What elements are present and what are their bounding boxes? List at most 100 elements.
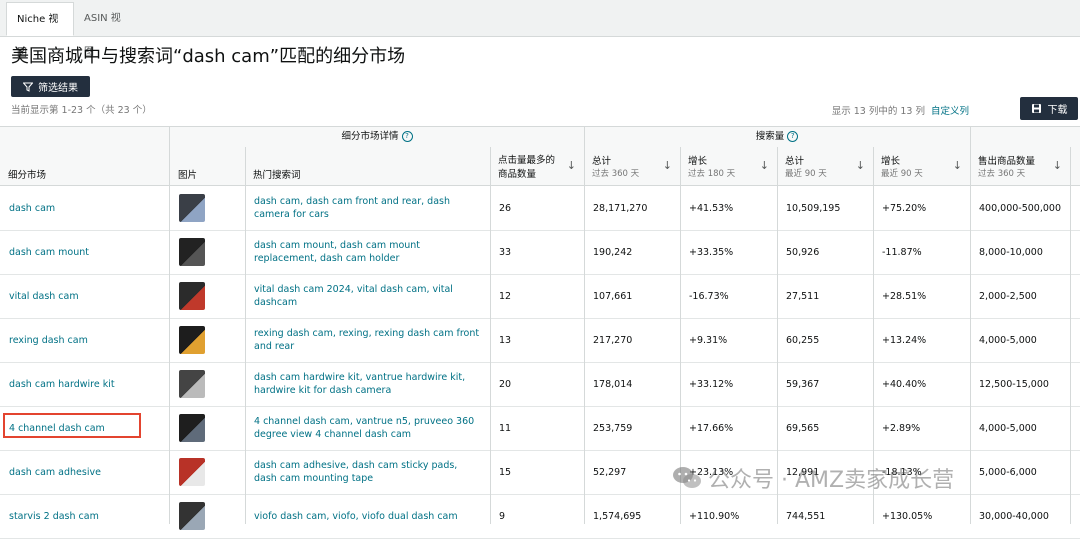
total-90-value: 744,551 — [786, 510, 826, 522]
growth-90-value: -11.87% — [882, 246, 922, 258]
niche-cell: dash cam mount — [0, 230, 170, 274]
customize-columns-link[interactable]: 自定义列 — [931, 106, 969, 117]
growth-90-value: +75.20% — [882, 202, 927, 214]
top-search-terms[interactable]: vital dash cam 2024, vital dash cam, vit… — [254, 283, 481, 309]
niche-cell: rexing dash cam — [0, 318, 170, 362]
growth180-cell: -16.73% — [680, 274, 777, 318]
download-button[interactable]: 下载 — [1020, 97, 1078, 120]
total-90-value: 27,511 — [786, 290, 820, 302]
clicked-products-value: 13 — [499, 334, 512, 346]
units-sold-value: 30,000-40,000 — [979, 510, 1049, 522]
header-total-90[interactable]: 总计 最近 90 天 ↓ — [777, 147, 873, 185]
niche-link[interactable]: starvis 2 dash cam — [9, 511, 99, 522]
sort-arrow-icon[interactable]: ↓ — [663, 159, 672, 172]
product-thumbnail[interactable] — [179, 238, 205, 266]
niche-link[interactable]: dash cam — [9, 203, 55, 214]
growth90-cell: +28.51% — [873, 274, 970, 318]
total90-cell: 50,926 — [777, 230, 873, 274]
sort-arrow-icon[interactable]: ↓ — [953, 159, 962, 172]
top-search-terms[interactable]: dash cam adhesive, dash cam sticky pads,… — [254, 459, 481, 485]
products-cell: 26 — [490, 186, 584, 230]
top-search-terms[interactable]: dash cam hardwire kit, vantrue hardwire … — [254, 371, 481, 397]
niche-link[interactable]: dash cam mount — [9, 247, 89, 258]
header-total-90-sub: 最近 90 天 — [785, 169, 827, 179]
product-thumbnail[interactable] — [179, 194, 205, 222]
growth180-cell: +41.53% — [680, 186, 777, 230]
total-360-value: 107,661 — [593, 290, 633, 302]
growth-180-value: +17.66% — [689, 422, 734, 434]
header-top-terms-label: 热门搜索词 — [253, 170, 301, 181]
niche-link[interactable]: rexing dash cam — [9, 335, 88, 346]
columns-shown-text: 显示 13 列中的 13 列 — [831, 106, 925, 117]
page-title: 美国商城中与搜索词“dash cam”匹配的细分市场 — [11, 46, 406, 67]
units-cell: 8,000-10,000 — [970, 230, 1070, 274]
niche-link[interactable]: dash cam adhesive — [9, 467, 101, 478]
column-divider — [1070, 147, 1071, 524]
header-units-sold-label: 售出商品数量 — [978, 156, 1036, 167]
watermark-text: 公众号 · AMZ卖家成长营 — [708, 468, 955, 493]
header-growth-90-sub: 最近 90 天 — [881, 169, 923, 179]
image-cell — [170, 186, 245, 230]
total-360-value: 190,242 — [593, 246, 633, 258]
total90-cell: 60,255 — [777, 318, 873, 362]
niche-link[interactable]: vital dash cam — [9, 291, 79, 302]
total90-cell: 69,565 — [777, 406, 873, 450]
sort-arrow-icon[interactable]: ↓ — [856, 159, 865, 172]
header-units-sold[interactable]: 售出商品数量 过去 360 天 ↓ — [970, 147, 1070, 185]
tab-niche-view[interactable]: Niche 视图 — [6, 2, 74, 59]
image-cell — [170, 318, 245, 362]
filter-results-button[interactable]: 筛选结果 — [11, 76, 90, 97]
result-count-text: 当前显示第 1-23 个（共 23 个） — [11, 105, 152, 116]
growth-180-value: +41.53% — [689, 202, 734, 214]
download-label: 下载 — [1047, 105, 1068, 116]
growth90-cell: +75.20% — [873, 186, 970, 230]
group-header-search-volume: 搜索量? — [584, 127, 970, 148]
tab-asin-view[interactable]: ASIN 视图 — [74, 2, 140, 58]
column-divider — [584, 127, 585, 524]
product-thumbnail[interactable] — [179, 414, 205, 442]
product-thumbnail[interactable] — [179, 326, 205, 354]
header-growth-90[interactable]: 增长 最近 90 天 ↓ — [873, 147, 970, 185]
header-niche[interactable]: 细分市场 — [0, 147, 170, 185]
view-tabbar: Niche 视图 ASIN 视图 — [0, 0, 1080, 59]
terms-cell: vital dash cam 2024, vital dash cam, vit… — [245, 274, 490, 318]
top-search-terms[interactable]: viofo dash cam, viofo, viofo dual dash c… — [254, 510, 458, 523]
top-search-terms[interactable]: 4 channel dash cam, vantrue n5, pruveeo … — [254, 415, 481, 441]
growth-180-value: -16.73% — [689, 290, 729, 302]
column-header-row: 细分市场 图片 热门搜索词 点击量最多的商品数量 ↓ 总计 过去 360 天 ↓ 增长… — [0, 147, 1080, 186]
table-row: dash cam dash cam, dash cam front and rea… — [0, 186, 1080, 231]
columns-info: 显示 13 列中的 13 列自定义列 — [832, 103, 969, 117]
header-total-360-sub: 过去 360 天 — [592, 169, 640, 179]
top-search-terms[interactable]: dash cam, dash cam front and rear, dash … — [254, 195, 481, 221]
products-cell: 9 — [490, 494, 584, 538]
total360-cell: 52,297 — [584, 450, 680, 494]
total360-cell: 190,242 — [584, 230, 680, 274]
product-thumbnail[interactable] — [179, 370, 205, 398]
sort-arrow-icon[interactable]: ↓ — [1053, 159, 1062, 172]
terms-cell: rexing dash cam, rexing, rexing dash cam… — [245, 318, 490, 362]
growth90-cell: +2.89% — [873, 406, 970, 450]
product-thumbnail[interactable] — [179, 502, 205, 530]
wechat-icon — [673, 467, 701, 488]
top-search-terms[interactable]: dash cam mount, dash cam mount replaceme… — [254, 239, 481, 265]
group-header-niche-details: 细分市场详情? — [170, 127, 584, 148]
growth-90-value: +40.40% — [882, 378, 927, 390]
growth-90-value: +13.24% — [882, 334, 927, 346]
info-icon[interactable]: ? — [401, 131, 413, 142]
products-cell: 11 — [490, 406, 584, 450]
clicked-products-value: 33 — [499, 246, 512, 258]
top-search-terms[interactable]: rexing dash cam, rexing, rexing dash cam… — [254, 327, 481, 353]
product-thumbnail[interactable] — [179, 458, 205, 486]
units-cell: 400,000-500,000 — [970, 186, 1070, 230]
header-total-360[interactable]: 总计 过去 360 天 ↓ — [584, 147, 680, 185]
terms-cell: viofo dash cam, viofo, viofo dual dash c… — [245, 494, 490, 538]
info-icon[interactable]: ? — [787, 131, 799, 142]
header-clicked-products[interactable]: 点击量最多的商品数量 ↓ — [490, 147, 584, 185]
total-90-value: 59,367 — [786, 378, 820, 390]
sort-arrow-icon[interactable]: ↓ — [760, 159, 769, 172]
product-thumbnail[interactable] — [179, 282, 205, 310]
header-growth-180[interactable]: 增长 过去 180 天 ↓ — [680, 147, 777, 185]
niche-link[interactable]: dash cam hardwire kit — [9, 379, 115, 390]
units-cell: 4,000-5,000 — [970, 318, 1070, 362]
sort-arrow-icon[interactable]: ↓ — [567, 159, 576, 172]
